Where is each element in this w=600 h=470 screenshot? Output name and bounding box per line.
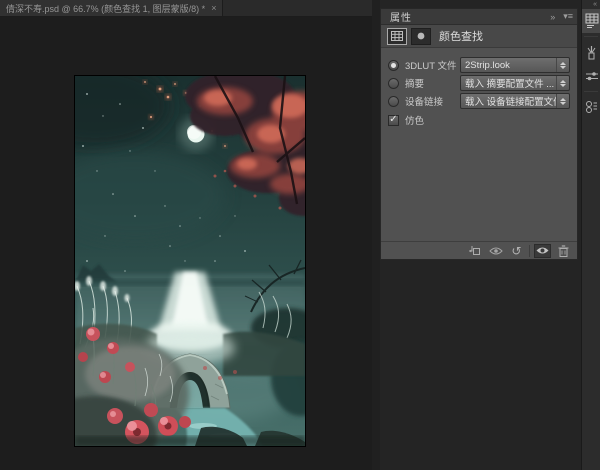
- dropdown-abstract[interactable]: 载入 摘要配置文件 ...: [460, 75, 570, 91]
- dropdown-abstract-value: 载入 摘要配置文件 ...: [461, 76, 556, 90]
- radio-device-link[interactable]: [388, 96, 399, 107]
- dock-adjustments-icon[interactable]: [582, 64, 600, 88]
- dropdown-device-link[interactable]: 载入 设备链接配置文件 ...: [460, 93, 570, 109]
- row-abstract: 摘要 载入 摘要配置文件 ...: [388, 74, 570, 92]
- radio-3dlut-file[interactable]: [388, 60, 399, 71]
- document-title: 倩深不寿.psd @ 66.7% (颜色查找 1, 图层蒙版/8) *: [6, 2, 205, 15]
- adjustment-title: 颜色查找: [439, 28, 483, 44]
- label-abstract: 摘要: [405, 76, 460, 90]
- properties-panel-header: 属性 » ▾≡: [381, 9, 577, 25]
- dock-properties-panel-icon[interactable]: [582, 9, 600, 33]
- properties-panel: 属性 » ▾≡ 颜色查找 3DLUT: [380, 8, 578, 260]
- document-tab[interactable]: 倩深不寿.psd @ 66.7% (颜色查找 1, 图层蒙版/8) * ×: [0, 0, 223, 16]
- dock-clone-source-icon[interactable]: [582, 95, 600, 119]
- color-lookup-grid-icon[interactable]: [387, 28, 407, 45]
- dither-label: 仿色: [405, 113, 570, 127]
- tab-properties[interactable]: 属性: [381, 9, 421, 24]
- dock-divider: [584, 36, 598, 37]
- reset-adjustment-icon[interactable]: ↺: [508, 244, 525, 258]
- properties-panel-footer: ↺: [381, 241, 577, 259]
- dock-brush-presets-icon[interactable]: [582, 40, 600, 64]
- dock-divider: [584, 91, 598, 92]
- radio-abstract[interactable]: [388, 78, 399, 89]
- document-tab-bar: 倩深不寿.psd @ 66.7% (颜色查找 1, 图层蒙版/8) * ×: [0, 0, 372, 17]
- delete-adjustment-icon[interactable]: [555, 244, 572, 258]
- label-device-link: 设备链接: [405, 94, 460, 108]
- dropdown-arrows-icon: [556, 58, 569, 72]
- dropdown-3dlut-value: 2Strip.look: [461, 60, 556, 71]
- row-dither: ✓ 仿色: [388, 111, 570, 129]
- close-tab-icon[interactable]: ×: [211, 4, 216, 13]
- expand-dock-icon[interactable]: «: [582, 0, 600, 9]
- dropdown-3dlut-file[interactable]: 2Strip.look: [460, 57, 570, 73]
- view-previous-state-icon[interactable]: [487, 244, 504, 258]
- layer-mask-icon[interactable]: [411, 28, 431, 45]
- collapse-panel-icon[interactable]: »: [546, 12, 559, 22]
- label-3dlut-file: 3DLUT 文件: [405, 58, 460, 72]
- panel-region: 属性 » ▾≡ 颜色查找 3DLUT: [380, 0, 600, 470]
- canvas-workspace[interactable]: [0, 17, 372, 470]
- panel-icon-dock: «: [581, 0, 600, 470]
- dropdown-arrows-icon: [556, 76, 569, 90]
- dropdown-arrows-icon: [556, 94, 569, 108]
- properties-panel-body: 3DLUT 文件 2Strip.look 摘要 载入 摘要配置文件 ... 设备…: [381, 48, 577, 241]
- row-3dlut: 3DLUT 文件 2Strip.look: [388, 56, 570, 74]
- toggle-visibility-icon[interactable]: [534, 244, 551, 258]
- adjustment-subheader: 颜色查找: [381, 25, 577, 48]
- clip-to-layer-icon[interactable]: [466, 244, 483, 258]
- panel-menu-icon[interactable]: ▾≡: [559, 11, 577, 22]
- dither-checkbox[interactable]: ✓: [388, 115, 399, 126]
- workspace-divider: [372, 0, 380, 470]
- row-device-link: 设备链接 载入 设备链接配置文件 ...: [388, 92, 570, 110]
- document-canvas-image[interactable]: [75, 76, 305, 446]
- footer-separator: [529, 245, 530, 257]
- dropdown-device-link-value: 载入 设备链接配置文件 ...: [461, 94, 556, 108]
